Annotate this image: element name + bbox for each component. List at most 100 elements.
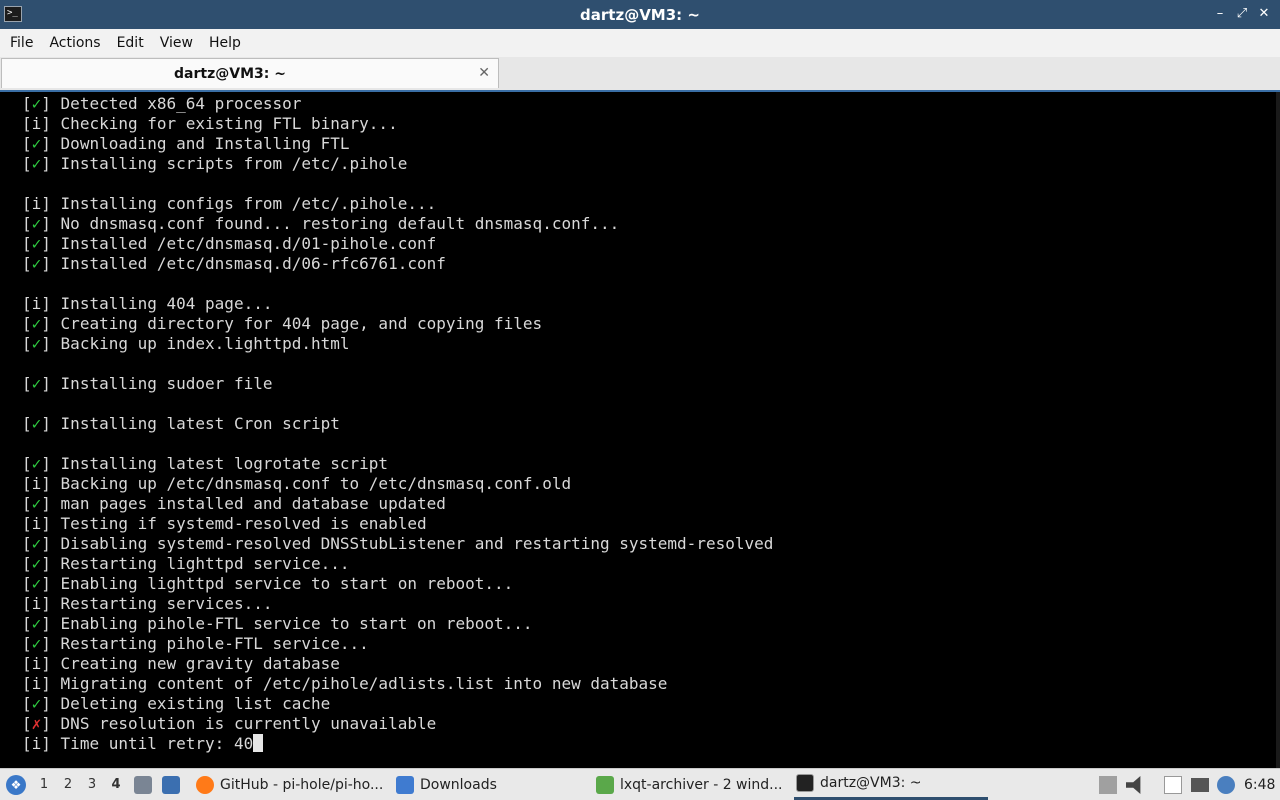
menu-edit[interactable]: Edit [109, 29, 152, 57]
terminal-line-text: Backing up /etc/dnsmasq.conf to /etc/dns… [60, 474, 572, 493]
terminal-line: [✓] Installed /etc/dnsmasq.d/06-rfc6761.… [22, 254, 446, 273]
volume-icon[interactable] [1126, 776, 1141, 794]
check-icon: ✓ [31, 134, 42, 153]
menu-view[interactable]: View [152, 29, 201, 57]
terminal-output: [✓] Detected x86_64 processor [i] Checkin… [22, 94, 773, 754]
check-icon: ✓ [31, 234, 42, 253]
lxqt-menu-icon: ❖ [6, 774, 26, 795]
show-desktop-icon [162, 775, 180, 794]
terminal-line-text: Installing sudoer file [60, 374, 273, 393]
terminal-line-text: No dnsmasq.conf found... restoring defau… [60, 214, 620, 233]
maximize-button[interactable]: ⤢ [1232, 4, 1252, 24]
tab-label: dartz@VM3: ~ [174, 66, 286, 82]
terminal-line: [✓] Installing sudoer file [22, 374, 273, 393]
terminal-line-text: man pages installed and database updated [60, 494, 446, 513]
terminal-line-text: Installing latest Cron script [60, 414, 340, 433]
terminal-line-text: Installed /etc/dnsmasq.d/01-pihole.conf [60, 234, 437, 253]
terminal-line-text: Disabling systemd-resolved DNSStubListen… [60, 534, 774, 553]
info-marker: i [31, 294, 42, 313]
terminal-line-text: Testing if systemd-resolved is enabled [60, 514, 427, 533]
check-icon: ✓ [31, 534, 42, 553]
terminal-line: [✓] Deleting existing list cache [22, 694, 331, 713]
task-terminal[interactable]: dartz@VM3: ~ [794, 769, 988, 800]
terminal-line-text: Installing latest logrotate script [60, 454, 389, 473]
terminal-line-text: Downloading and Installing FTL [60, 134, 350, 153]
notes-icon[interactable] [1164, 776, 1182, 794]
terminal-line: [✓] Creating directory for 404 page, and… [22, 314, 543, 333]
terminal-scrollbar[interactable] [1276, 92, 1280, 768]
check-icon: ✓ [31, 454, 42, 473]
info-marker: i [31, 514, 42, 533]
task-label: Downloads [420, 776, 497, 793]
notification-icon[interactable] [1217, 776, 1235, 794]
terminal-line: [✓] Backing up index.lighttpd.html [22, 334, 350, 353]
info-marker: i [31, 474, 42, 493]
terminal-app-icon[interactable]: >_ [4, 6, 22, 22]
workspace-2[interactable]: 2 [58, 777, 78, 792]
terminal-line-text: Installing configs from /etc/.pihole... [60, 194, 437, 213]
quicklaunch-desktop[interactable] [162, 769, 180, 800]
menu-bar: File Actions Edit View Help [0, 29, 1280, 57]
terminal-line-text: Installing 404 page... [60, 294, 273, 313]
terminal-line: [✓] No dnsmasq.conf found... restoring d… [22, 214, 620, 233]
task-firefox[interactable]: GitHub - pi-hole/pi-ho... [194, 769, 392, 800]
terminal-line: [i] Checking for existing FTL binary... [22, 114, 398, 133]
terminal-icon [796, 774, 814, 792]
terminal-cursor [253, 734, 264, 752]
tab-bar: dartz@VM3: ~ ✕ [0, 57, 1280, 90]
check-icon: ✓ [31, 314, 42, 333]
terminal-tab[interactable]: dartz@VM3: ~ ✕ [1, 58, 499, 88]
network-icon[interactable] [1191, 778, 1209, 792]
terminal-line: [i] Installing configs from /etc/.pihole… [22, 194, 437, 213]
menu-file[interactable]: File [2, 29, 41, 57]
terminal-line-text: Creating directory for 404 page, and cop… [60, 314, 543, 333]
terminal-line: [✓] Disabling systemd-resolved DNSStubLi… [22, 534, 774, 553]
window-title-bar[interactable]: >_ dartz@VM3: ~ – ⤢ ✕ [0, 0, 1280, 29]
check-icon: ✓ [31, 554, 42, 573]
terminal-line: [i] Creating new gravity database [22, 654, 340, 673]
terminal-line-text: Installing scripts from /etc/.pihole [60, 154, 408, 173]
minimize-button[interactable]: – [1210, 4, 1230, 24]
terminal-line: [✗] DNS resolution is currently unavaila… [22, 714, 437, 733]
terminal-view[interactable]: [✓] Detected x86_64 processor [i] Checkin… [0, 90, 1280, 768]
terminal-line-text: Creating new gravity database [60, 654, 340, 673]
clipboard-icon[interactable] [1099, 776, 1117, 794]
folder-icon [396, 775, 414, 794]
terminal-line: [✓] Downloading and Installing FTL [22, 134, 350, 153]
task-downloads[interactable]: Downloads [394, 769, 592, 800]
menu-actions[interactable]: Actions [41, 29, 108, 57]
main-menu-button[interactable]: ❖ [6, 769, 26, 800]
cross-icon: ✗ [31, 714, 42, 733]
workspace-4[interactable]: 4 [106, 777, 126, 792]
workspace-3[interactable]: 3 [82, 777, 102, 792]
terminal-line: [i] Backing up /etc/dnsmasq.conf to /etc… [22, 474, 572, 493]
terminal-line: [✓] Restarting pihole-FTL service... [22, 634, 369, 653]
terminal-line: [✓] Installed /etc/dnsmasq.d/01-pihole.c… [22, 234, 437, 253]
terminal-line-text: DNS resolution is currently unavailable [60, 714, 437, 733]
terminal-line: [i] Restarting services... [22, 594, 273, 613]
check-icon: ✓ [31, 254, 42, 273]
task-archiver[interactable]: lxqt-archiver - 2 wind... [594, 769, 792, 800]
quicklaunch-files[interactable] [134, 769, 152, 800]
info-marker: i [31, 674, 42, 693]
terminal-line-text: Detected x86_64 processor [60, 94, 302, 113]
clock[interactable]: 6:48 [1244, 769, 1275, 800]
check-icon: ✓ [31, 614, 42, 633]
clock-time: 6:48 [1244, 776, 1276, 793]
terminal-line: [✓] Restarting lighttpd service... [22, 554, 350, 573]
close-button[interactable]: ✕ [1254, 4, 1274, 24]
tab-close-icon[interactable]: ✕ [478, 59, 490, 87]
terminal-line: [i] Migrating content of /etc/pihole/adl… [22, 674, 668, 693]
taskbar: ❖ 1 2 3 4 GitHub - pi-hole/pi-ho... Down… [0, 768, 1280, 800]
check-icon: ✓ [31, 414, 42, 433]
task-label: dartz@VM3: ~ [820, 775, 922, 791]
check-icon: ✓ [31, 154, 42, 173]
workspace-1[interactable]: 1 [34, 777, 54, 792]
terminal-line-text: Restarting services... [60, 594, 273, 613]
terminal-line-text: Backing up index.lighttpd.html [60, 334, 350, 353]
menu-help[interactable]: Help [201, 29, 249, 57]
info-marker: i [31, 114, 42, 133]
